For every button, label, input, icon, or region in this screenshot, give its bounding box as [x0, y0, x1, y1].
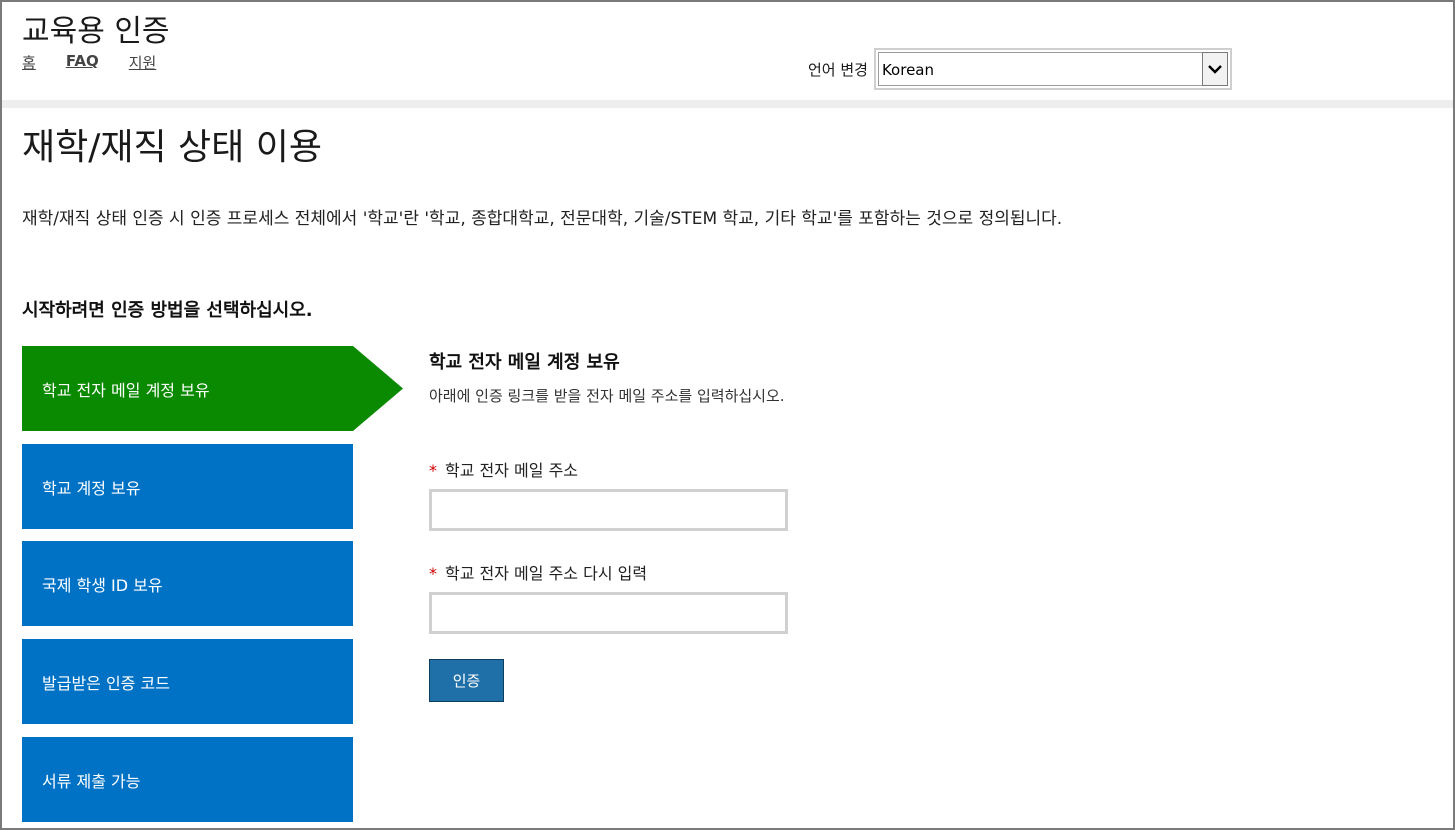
email-field-label: * 학교 전자 메일 주소: [429, 457, 578, 481]
confirm-email-label-text: 학교 전자 메일 주소 다시 입력: [445, 564, 648, 583]
method-label: 학교 계정 보유: [42, 478, 141, 498]
page-frame: 교육용 인증 홈 FAQ 지원 언어 변경 Korean 재학/재직 상태 이용…: [0, 0, 1455, 830]
top-nav: 홈 FAQ 지원: [22, 52, 156, 73]
site-title: 교육용 인증: [22, 14, 170, 49]
email-field[interactable]: [429, 489, 788, 531]
verify-button[interactable]: 인증: [429, 659, 504, 702]
method-school-email[interactable]: 학교 전자 메일 계정 보유: [22, 346, 404, 431]
nav-faq-link[interactable]: FAQ: [66, 52, 99, 73]
method-label: 서류 제출 가능: [42, 771, 141, 791]
confirm-email-field[interactable]: [429, 592, 788, 634]
method-school-account[interactable]: 학교 계정 보유: [22, 444, 353, 529]
required-mark: *: [429, 461, 437, 480]
language-switcher: 언어 변경 Korean: [808, 48, 1232, 90]
chevron-down-icon[interactable]: [1201, 52, 1228, 86]
method-label: 발급받은 인증 코드: [42, 673, 170, 693]
form-subtitle: 아래에 인증 링크를 받을 전자 메일 주소를 입력하십시오.: [429, 387, 785, 405]
header-divider: [2, 100, 1453, 108]
method-international-student-id[interactable]: 국제 학생 ID 보유: [22, 541, 353, 626]
intro-text: 재학/재직 상태 인증 시 인증 프로세스 전체에서 '학교'란 '학교, 종합…: [22, 209, 1063, 229]
method-submit-documents[interactable]: 서류 제출 가능: [22, 737, 353, 822]
nav-home-link[interactable]: 홈: [22, 52, 36, 73]
method-label: 학교 전자 메일 계정 보유: [42, 380, 210, 400]
page-title: 재학/재직 상태 이용: [22, 127, 322, 168]
header: 교육용 인증 홈 FAQ 지원 언어 변경 Korean: [2, 2, 1453, 102]
language-label: 언어 변경: [808, 60, 868, 79]
method-verification-code[interactable]: 발급받은 인증 코드: [22, 639, 353, 724]
confirm-email-field-label: * 학교 전자 메일 주소 다시 입력: [429, 560, 647, 584]
email-label-text: 학교 전자 메일 주소: [445, 461, 579, 480]
nav-support-link[interactable]: 지원: [129, 52, 157, 73]
language-select[interactable]: Korean: [873, 48, 1232, 90]
required-mark: *: [429, 564, 437, 583]
language-selected-value: Korean: [881, 61, 934, 79]
method-prompt: 시작하려면 인증 방법을 선택하십시오.: [22, 300, 313, 321]
form-title: 학교 전자 메일 계정 보유: [429, 352, 620, 373]
method-label: 국제 학생 ID 보유: [42, 575, 163, 595]
